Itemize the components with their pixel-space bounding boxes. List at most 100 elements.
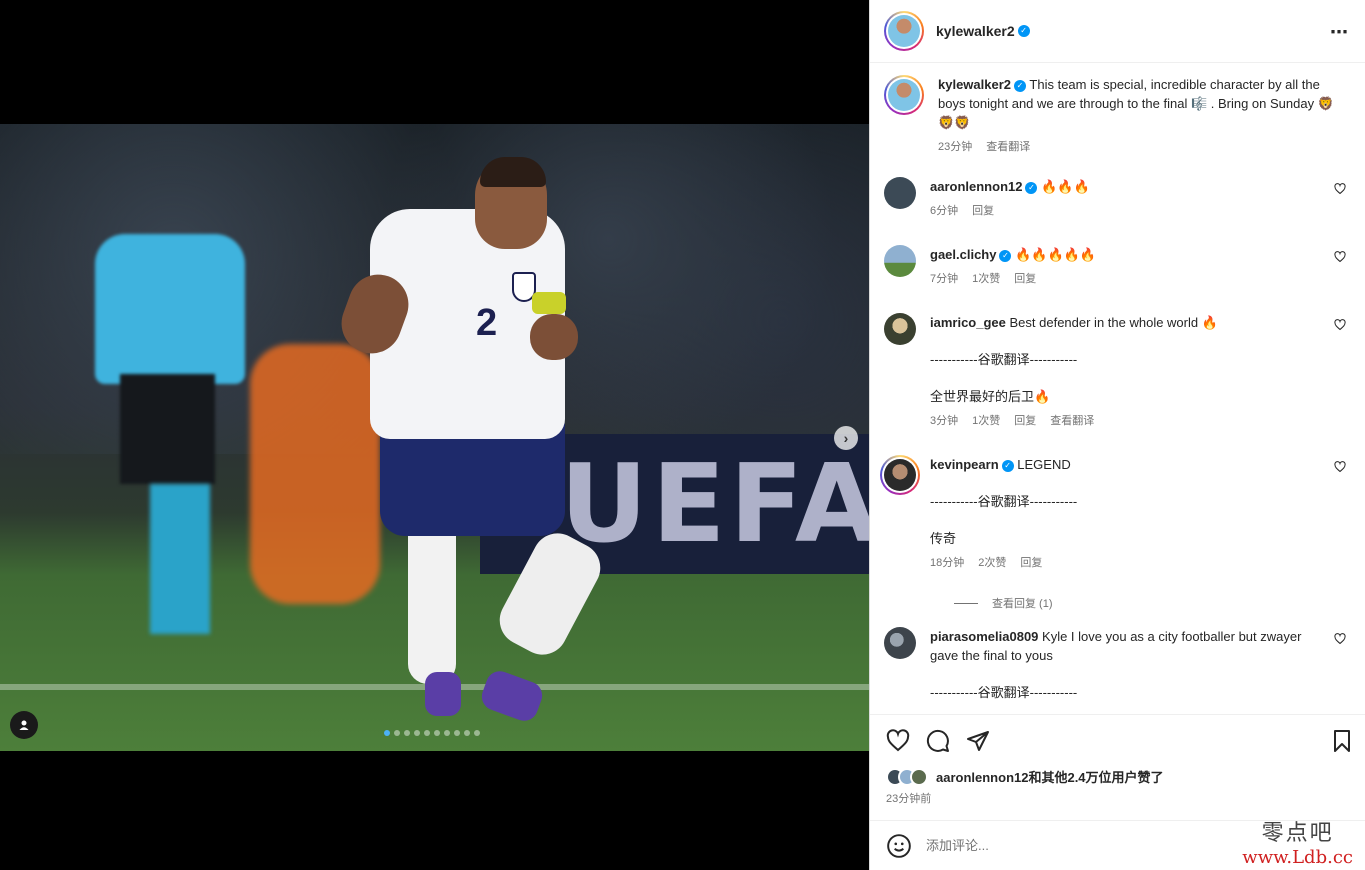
instagram-post-viewer: UEFA 2 › kylewalker2 ✓ ⋯ kylewalker2 ✓ T…	[0, 0, 1365, 870]
comment-time: 18分钟	[930, 557, 965, 569]
comments-list[interactable]: kylewalker2 ✓ This team is special, incre…	[870, 63, 1365, 714]
verified-icon: ✓	[1014, 79, 1027, 92]
comment-text: LEGEND	[1017, 457, 1071, 472]
comment-likes[interactable]: 2次赞	[978, 554, 1006, 573]
author-username[interactable]: kylewalker2	[936, 23, 1015, 39]
carousel-dot	[444, 730, 450, 736]
caption-time: 23分钟	[938, 141, 973, 153]
user-icon	[19, 720, 29, 730]
photo-referee-shorts	[120, 374, 215, 484]
comment-input[interactable]	[926, 838, 1226, 853]
commenter-avatar[interactable]	[884, 313, 916, 345]
caption: kylewalker2 ✓ This team is special, incre…	[884, 75, 1350, 157]
chevron-right-icon: ›	[843, 430, 849, 446]
comment-text: Best defender in the whole world 🔥	[1009, 315, 1218, 330]
commenter-avatar[interactable]	[880, 455, 920, 495]
comment-item: gael.clichy ✓ 🔥🔥🔥🔥🔥 7分钟 1次赞 回复	[884, 245, 1350, 289]
tagged-users-button[interactable]	[10, 711, 38, 739]
carousel-dot	[404, 730, 410, 736]
carousel-dot	[394, 730, 400, 736]
add-comment-bar	[870, 820, 1365, 870]
share-send-icon[interactable]	[966, 729, 990, 753]
bookmark-icon[interactable]	[1330, 729, 1354, 753]
carousel-dot	[434, 730, 440, 736]
like-comment-heart-icon[interactable]	[1334, 633, 1346, 645]
translation-header: -----------谷歌翻译-----------	[930, 352, 1078, 367]
caption-translate-link[interactable]: 查看翻译	[986, 138, 1030, 157]
comment-item: kevinpearn ✓ LEGEND -----------谷歌翻译------…	[880, 455, 1350, 573]
post-header: kylewalker2 ✓ ⋯	[870, 0, 1365, 63]
post-sidebar: kylewalker2 ✓ ⋯ kylewalker2 ✓ This team i…	[869, 0, 1365, 870]
replies-divider	[954, 602, 978, 604]
likes-text[interactable]: aaronlennon12和其他2.4万位用户赞了	[936, 767, 1164, 786]
comment-username[interactable]: kevinpearn	[930, 457, 999, 472]
likes-summary[interactable]: aaronlennon12和其他2.4万位用户赞了	[886, 767, 1350, 786]
photo-player-hair	[480, 157, 546, 187]
more-options-icon[interactable]: ⋯	[1330, 22, 1349, 43]
comment-username[interactable]: piarasomelia0809	[930, 629, 1038, 644]
carousel-dot	[384, 730, 390, 736]
post-timestamp: 23分钟前	[886, 793, 932, 805]
reply-link[interactable]: 回复	[1014, 270, 1036, 289]
like-comment-heart-icon[interactable]	[1334, 319, 1346, 331]
translate-link[interactable]: 查看翻译	[1050, 412, 1094, 431]
comment-likes[interactable]: 1次赞	[972, 270, 1000, 289]
caption-author-avatar[interactable]	[884, 75, 924, 115]
next-media-button[interactable]: ›	[834, 426, 858, 450]
view-replies-label: 查看回复 (1)	[992, 598, 1053, 610]
like-heart-icon[interactable]	[886, 729, 910, 753]
translated-text: 全世界最好的后卫🔥	[930, 389, 1051, 404]
comment-time: 3分钟	[930, 415, 959, 427]
reply-link[interactable]: 回复	[1014, 412, 1036, 431]
comment-username[interactable]: aaronlennon12	[930, 179, 1022, 194]
comment-text: 🔥🔥🔥🔥🔥	[1015, 247, 1097, 262]
photo-captain-armband	[532, 292, 566, 314]
like-comment-heart-icon[interactable]	[1334, 251, 1346, 263]
comment-item: aaronlennon12 ✓ 🔥🔥🔥 6分钟 回复	[884, 177, 1350, 221]
carousel-indicator	[384, 730, 480, 736]
photo-player-left-boot	[425, 672, 461, 716]
verified-icon: ✓	[999, 249, 1012, 262]
carousel-dot	[474, 730, 480, 736]
comment-time: 7分钟	[930, 273, 959, 285]
translated-text: 传奇	[930, 531, 957, 546]
commenter-avatar[interactable]	[884, 245, 916, 277]
caption-author-username[interactable]: kylewalker2	[938, 77, 1011, 92]
comment-username[interactable]: gael.clichy	[930, 247, 996, 262]
translation-header: -----------谷歌翻译-----------	[930, 685, 1078, 700]
carousel-dot	[454, 730, 460, 736]
post-photo[interactable]: UEFA 2	[0, 124, 869, 751]
carousel-dot	[414, 730, 420, 736]
reply-link[interactable]: 回复	[972, 202, 994, 221]
comment-icon[interactable]	[926, 729, 950, 753]
media-pane: UEFA 2 ›	[0, 0, 869, 870]
photo-opponent-player	[250, 344, 380, 604]
photo-player-right-boot	[477, 667, 547, 725]
comment-item: iamrico_gee Best defender in the whole w…	[884, 313, 1350, 431]
commenter-avatar[interactable]	[884, 177, 916, 209]
carousel-dot	[424, 730, 430, 736]
liker-avatars	[886, 767, 928, 786]
verified-icon: ✓	[1025, 181, 1038, 194]
comment-likes[interactable]: 1次赞	[972, 412, 1000, 431]
comment-time: 6分钟	[930, 205, 959, 217]
commenter-avatar[interactable]	[884, 627, 916, 659]
emoji-icon[interactable]	[886, 833, 912, 859]
view-replies-button[interactable]: 查看回复 (1)	[954, 595, 1350, 611]
like-comment-heart-icon[interactable]	[1334, 461, 1346, 473]
photo-player-right-fist	[530, 314, 578, 360]
verified-icon: ✓	[1017, 25, 1030, 37]
like-comment-heart-icon[interactable]	[1334, 183, 1346, 195]
photo-uefa-board-text: UEFA	[560, 442, 869, 567]
photo-shirt-number: 2	[476, 302, 498, 344]
reply-link[interactable]: 回复	[1020, 554, 1042, 573]
author-avatar[interactable]	[884, 11, 924, 51]
translation-header: -----------谷歌翻译-----------	[930, 494, 1078, 509]
comment-item: piarasomelia0809 Kyle I love you as a ci…	[884, 627, 1350, 702]
verified-icon: ✓	[1001, 459, 1014, 472]
comment-text: 🔥🔥🔥	[1041, 179, 1090, 194]
carousel-dot	[464, 730, 470, 736]
comment-username[interactable]: iamrico_gee	[930, 315, 1006, 330]
photo-referee-legs	[150, 484, 210, 634]
photo-referee-shirt	[95, 234, 245, 384]
